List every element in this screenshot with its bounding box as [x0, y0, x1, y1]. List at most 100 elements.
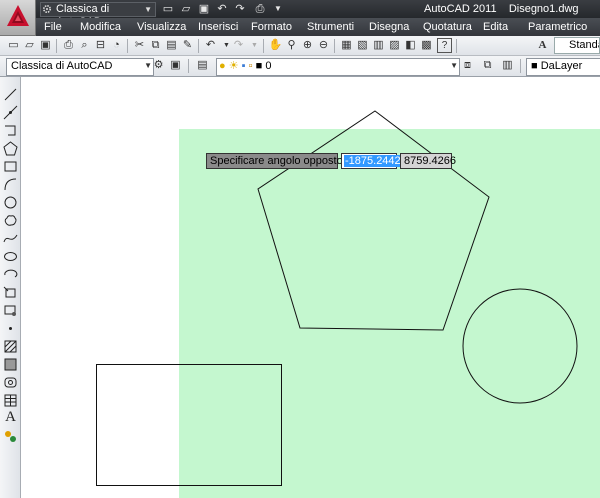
- design-center-icon[interactable]: ▧: [355, 38, 370, 53]
- toolbar-separator: [127, 39, 128, 53]
- table-icon[interactable]: [3, 393, 18, 408]
- save-icon[interactable]: ▣: [38, 38, 53, 53]
- autocad-logo-icon: [7, 5, 29, 26]
- toolbar-separator: [334, 39, 335, 53]
- circle-icon[interactable]: [3, 195, 18, 210]
- toolbar-separator: [263, 39, 264, 53]
- calculator-icon[interactable]: ▩: [419, 38, 434, 53]
- cut-icon[interactable]: ✂: [132, 38, 147, 53]
- open-icon[interactable]: ▱: [22, 38, 37, 53]
- menu-file[interactable]: File: [44, 21, 62, 33]
- zoom-realtime-icon[interactable]: ⚲: [284, 38, 299, 53]
- open-icon[interactable]: ▱: [178, 2, 194, 16]
- gear-icon[interactable]: [42, 4, 52, 14]
- gradient-icon[interactable]: [3, 357, 18, 372]
- paste-icon[interactable]: ▤: [164, 38, 179, 53]
- app-title: AutoCAD 2011: [424, 3, 497, 15]
- toolbar-separator: [198, 39, 199, 53]
- rectangle-icon[interactable]: [3, 159, 18, 174]
- menu-bar: File Modifica Visualizza Inserisci Forma…: [36, 18, 600, 36]
- text-style-dropdown[interactable]: Standa: [554, 37, 600, 54]
- menu-visualizza[interactable]: Visualizza: [137, 21, 186, 33]
- workspace-combo[interactable]: Classica di AutoCAD ▼: [6, 58, 154, 76]
- layer-name: 0: [265, 60, 272, 72]
- make-current-layer-icon[interactable]: ⧈: [460, 58, 475, 73]
- arc-icon[interactable]: [3, 177, 18, 192]
- spline-icon[interactable]: [3, 231, 18, 246]
- preview-icon[interactable]: ⌕: [77, 38, 92, 53]
- sheet-set-icon[interactable]: ▨: [387, 38, 402, 53]
- text-style-icon[interactable]: A: [535, 38, 550, 53]
- workspace-settings-icon[interactable]: ▣: [168, 58, 183, 73]
- menu-formato[interactable]: Formato: [251, 21, 292, 33]
- plot-icon[interactable]: ⊟: [93, 38, 108, 53]
- tool-palettes-icon[interactable]: ▥: [371, 38, 386, 53]
- zoom-window-icon[interactable]: ⊕: [300, 38, 315, 53]
- undo-icon[interactable]: ↶: [203, 38, 218, 53]
- color-value: DaLayer: [540, 60, 583, 72]
- insert-block-icon[interactable]: [3, 285, 18, 300]
- help-icon[interactable]: ?: [437, 38, 452, 53]
- revision-cloud-icon[interactable]: [3, 213, 18, 228]
- chevron-down-icon[interactable]: ▼: [247, 38, 262, 53]
- menu-quotatura[interactable]: Quotatura: [423, 21, 472, 33]
- menu-edita[interactable]: Edita: [483, 21, 508, 33]
- x-value: -1875.2442: [344, 155, 402, 167]
- plot-icon[interactable]: ⎙: [252, 2, 268, 16]
- document-title: Disegno1.dwg: [508, 3, 579, 15]
- markup-icon[interactable]: ◧: [403, 38, 418, 53]
- dynamic-input-x-field[interactable]: -1875.2442: [341, 153, 402, 169]
- menu-parametrico[interactable]: Parametrico: [528, 21, 587, 33]
- menu-inserisci[interactable]: Inserisci: [198, 21, 238, 33]
- chevron-down-icon: ▼: [144, 5, 152, 14]
- polyline-icon[interactable]: [3, 123, 18, 138]
- ellipse-icon[interactable]: [3, 249, 18, 264]
- undo-icon[interactable]: ↶: [214, 2, 230, 16]
- add-selected-icon[interactable]: [3, 429, 18, 444]
- layer-color-swatch: ■: [255, 60, 263, 72]
- application-menu-button[interactable]: [0, 0, 36, 36]
- dynamic-input-prompt: Specificare angolo opposto:: [206, 153, 346, 169]
- color-dropdown[interactable]: ■ DaLayer: [526, 58, 600, 76]
- ellipse-arc-icon[interactable]: [3, 267, 18, 282]
- redo-icon[interactable]: ↷: [232, 2, 248, 16]
- polygon-icon[interactable]: [3, 141, 18, 156]
- layer-previous-icon[interactable]: ⧉: [480, 58, 495, 73]
- pan-icon[interactable]: ✋: [268, 38, 283, 53]
- new-icon[interactable]: ▭: [160, 2, 176, 16]
- construction-line-icon[interactable]: [3, 105, 18, 120]
- menu-strumenti[interactable]: Strumenti: [307, 21, 354, 33]
- dynamic-input-y-field[interactable]: 8759.4266: [400, 153, 456, 169]
- layer-state-icon[interactable]: ▥: [500, 58, 515, 73]
- save-icon[interactable]: ▣: [196, 2, 212, 16]
- lightbulb-icon: ●: [219, 60, 226, 72]
- title-bar: Classica di AutoCAD ▼ ▭ ▱ ▣ ↶ ↷ ⎙ ▼ Auto…: [0, 0, 600, 28]
- color-swatch: ■: [531, 60, 538, 72]
- new-icon[interactable]: ▭: [6, 38, 21, 53]
- layer-dropdown[interactable]: ● ☀ ▪ ▫ ■ 0 ▼: [216, 58, 460, 76]
- toolbar-separator: [456, 39, 457, 53]
- toolbar-separator: [520, 59, 521, 73]
- make-block-icon[interactable]: [3, 303, 18, 318]
- copy-icon[interactable]: ⧉: [148, 38, 163, 53]
- menu-modifica[interactable]: Modifica: [80, 21, 121, 33]
- properties-icon[interactable]: ▦: [339, 38, 354, 53]
- chevron-down-icon[interactable]: ▼: [270, 2, 286, 16]
- multiline-text-icon[interactable]: A: [3, 410, 18, 425]
- menu-disegna[interactable]: Disegna: [369, 21, 409, 33]
- gear-icon[interactable]: ⚙: [151, 58, 166, 73]
- hatch-icon[interactable]: [3, 339, 18, 354]
- matchprop-icon[interactable]: ✎: [180, 38, 195, 53]
- window-title: AutoCAD 2011 Disegno1.dwg: [424, 2, 579, 16]
- draw-toolbar: A: [0, 77, 21, 498]
- print-icon[interactable]: ⎙: [61, 38, 76, 53]
- layer-properties-icon[interactable]: ▤: [195, 58, 210, 73]
- redo-icon[interactable]: ↷: [231, 38, 246, 53]
- point-icon[interactable]: [3, 321, 18, 336]
- region-icon[interactable]: [3, 375, 18, 390]
- publish-icon[interactable]: ◔: [109, 38, 124, 53]
- line-icon[interactable]: [3, 87, 18, 102]
- layers-toolbar: Classica di AutoCAD ▼ ⚙ ▣ ▤ ● ☀ ▪ ▫ ■ 0 …: [0, 56, 600, 77]
- zoom-previous-icon[interactable]: ⊖: [316, 38, 331, 53]
- workspace-dropdown[interactable]: Classica di AutoCAD ▼: [40, 2, 156, 28]
